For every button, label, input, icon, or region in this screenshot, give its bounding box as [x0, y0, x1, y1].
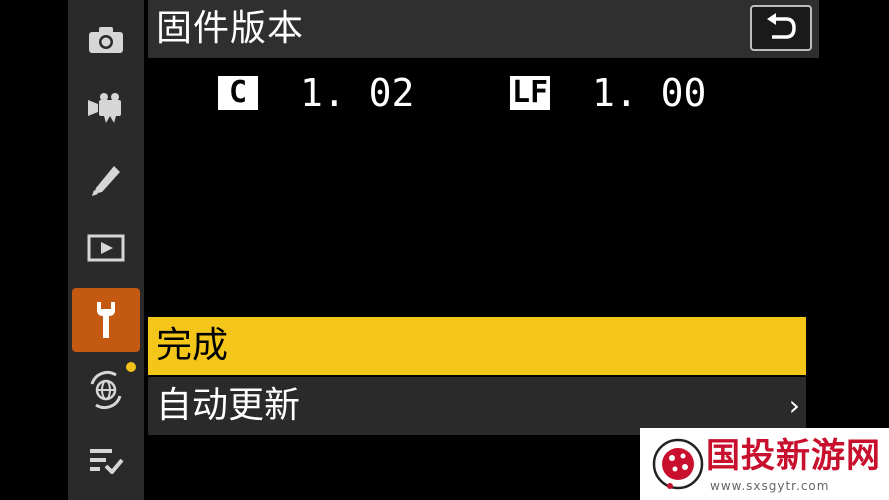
sidebar-item-playback[interactable]	[72, 216, 140, 280]
video-camera-icon	[88, 93, 121, 123]
sidebar-item-photo[interactable]	[72, 8, 140, 72]
lens-firmware-version: 1. 00	[592, 71, 707, 115]
watermark-url: www.sxsgytr.com	[710, 479, 830, 493]
my-menu-icon	[90, 449, 124, 474]
camera-firmware-badge: C	[218, 76, 258, 110]
chevron-right-icon: ›	[788, 389, 800, 422]
back-arrow-icon	[767, 13, 796, 39]
pencil-icon	[92, 166, 120, 196]
header: 固件版本	[148, 0, 819, 58]
network-icon	[90, 370, 122, 410]
wrench-icon	[97, 302, 115, 338]
playback-icon	[87, 234, 125, 262]
menu-item-label: 自动更新	[156, 385, 301, 426]
sidebar	[68, 0, 144, 500]
camera-icon	[89, 27, 123, 53]
menu-item-done[interactable]: 完成	[148, 317, 806, 375]
page-title: 固件版本	[156, 8, 305, 49]
sidebar-item-movie[interactable]	[72, 76, 140, 140]
notification-dot	[126, 362, 136, 372]
sidebar-item-my-menu[interactable]	[72, 428, 140, 492]
watermark-title: 国投新游网	[706, 436, 881, 476]
sidebar-item-custom[interactable]	[72, 146, 140, 210]
menu-item-label: 完成	[156, 325, 229, 366]
back-button[interactable]	[750, 5, 812, 51]
sidebar-item-setup[interactable]	[72, 288, 140, 352]
site-logo-icon	[652, 438, 704, 490]
camera-firmware-version: 1. 02	[300, 71, 415, 115]
watermark: 国投新游网 www.sxsgytr.com	[640, 428, 889, 500]
menu-item-auto-update[interactable]: 自动更新 ›	[148, 377, 806, 435]
lens-firmware-badge: LF	[510, 75, 550, 110]
